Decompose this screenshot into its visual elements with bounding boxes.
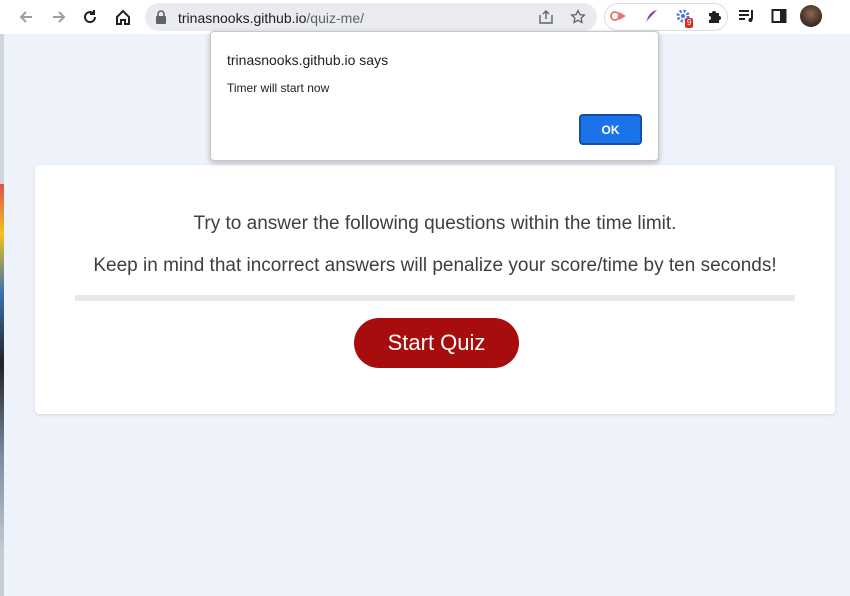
playlist-icon[interactable] [737, 6, 757, 26]
instruction-time-limit: Try to answer the following questions wi… [193, 213, 677, 234]
forward-arrow-icon[interactable] [47, 5, 71, 29]
extension-badge: 9 [685, 18, 694, 28]
reload-icon[interactable] [78, 5, 102, 29]
url-text[interactable]: trinasnooks.github.io/quiz-me/ [178, 10, 364, 26]
avatar[interactable] [800, 5, 822, 27]
divider [75, 295, 795, 301]
dialog-message: Timer will start now [227, 81, 330, 95]
feather-icon[interactable] [641, 6, 661, 26]
desktop-edge [0, 34, 4, 596]
puzzle-icon[interactable] [704, 6, 724, 26]
share-icon[interactable] [538, 9, 554, 30]
ok-button[interactable]: OK [579, 114, 642, 145]
cast-icon[interactable] [609, 6, 629, 26]
sidebar-icon[interactable] [769, 6, 789, 26]
alert-dialog: trinasnooks.github.io says Timer will st… [210, 31, 659, 161]
quiz-intro-card: Try to answer the following questions wi… [35, 165, 835, 414]
star-icon[interactable] [570, 8, 586, 30]
start-quiz-button[interactable]: Start Quiz [354, 318, 519, 368]
dialog-title: trinasnooks.github.io says [227, 52, 389, 68]
lock-icon[interactable] [155, 10, 167, 29]
instruction-penalty: Keep in mind that incorrect answers will… [93, 255, 777, 276]
browser-toolbar: trinasnooks.github.io/quiz-me/ 9 [0, 0, 850, 34]
back-arrow-icon[interactable] [14, 5, 38, 29]
address-bar[interactable]: trinasnooks.github.io/quiz-me/ [145, 3, 597, 31]
home-icon[interactable] [111, 5, 135, 29]
